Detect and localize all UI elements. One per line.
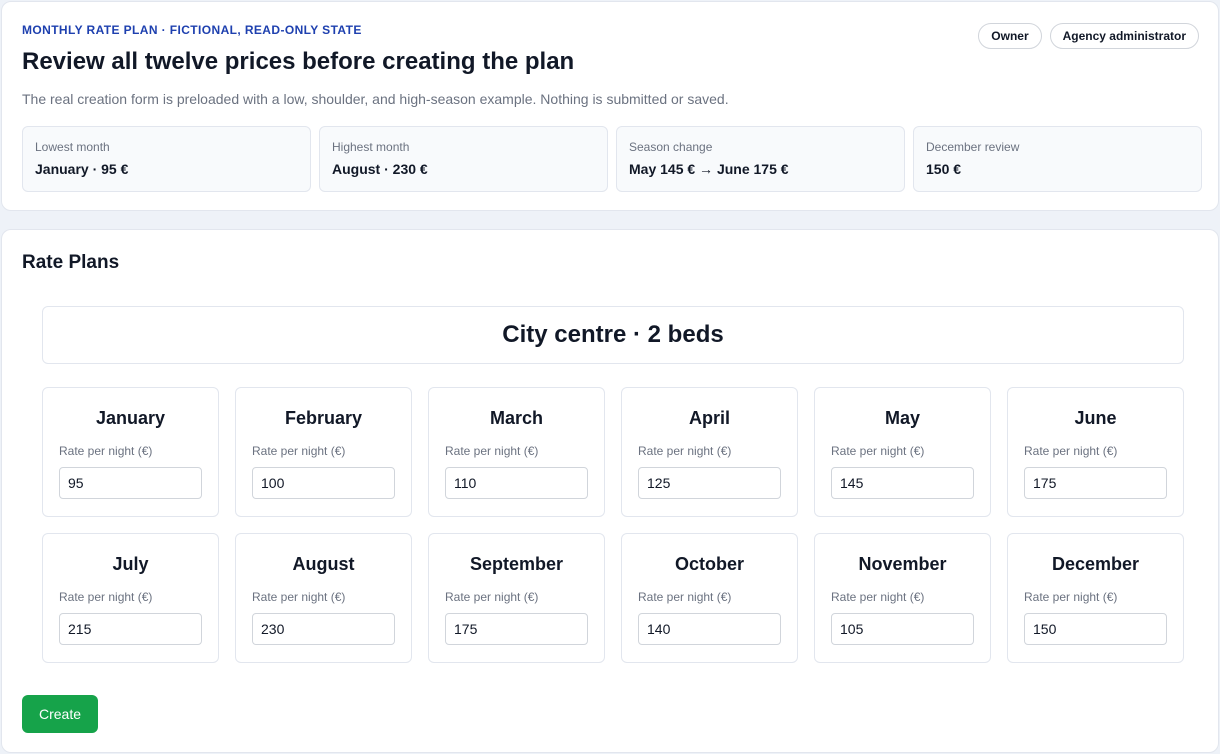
- rate-label: Rate per night (€): [1024, 444, 1118, 458]
- rate-input-october[interactable]: [638, 613, 781, 645]
- rate-input-march[interactable]: [445, 467, 588, 499]
- rate-input-july[interactable]: [59, 613, 202, 645]
- month-card-january: January Rate per night (€): [42, 387, 219, 517]
- role-switcher: Owner Agency administrator: [978, 23, 1199, 49]
- rate-label: Rate per night (€): [445, 444, 539, 458]
- rate-label: Rate per night (€): [831, 590, 925, 604]
- month-name: November: [858, 554, 947, 574]
- stat-label: Highest month: [332, 140, 410, 154]
- page-subtitle: The real creation form is preloaded with…: [22, 91, 729, 107]
- stat-season-change: Season change May 145 € → June 175 €: [616, 126, 905, 192]
- rate-input-august[interactable]: [252, 613, 395, 645]
- month-card-september: September Rate per night (€): [428, 533, 605, 663]
- rate-label: Rate per night (€): [59, 444, 153, 458]
- month-name: June: [1074, 408, 1117, 428]
- property-name: City centre · 2 beds: [502, 321, 724, 348]
- month-card-july: July Rate per night (€): [42, 533, 219, 663]
- month-card-october: October Rate per night (€): [621, 533, 798, 663]
- rate-label: Rate per night (€): [252, 444, 346, 458]
- stat-label: Season change: [629, 140, 713, 154]
- rate-input-january[interactable]: [59, 467, 202, 499]
- rate-label: Rate per night (€): [638, 444, 732, 458]
- month-name: August: [292, 554, 355, 574]
- section-title: Rate Plans: [22, 252, 120, 273]
- rate-label: Rate per night (€): [1024, 590, 1118, 604]
- month-name: September: [469, 554, 564, 574]
- eyebrow-label: MONTHLY RATE PLAN · FICTIONAL, READ-ONLY…: [22, 23, 362, 37]
- rate-label: Rate per night (€): [445, 590, 539, 604]
- month-name: October: [674, 554, 744, 574]
- stat-value: August · 230 €: [332, 161, 428, 177]
- property-header: City centre · 2 beds: [42, 306, 1184, 364]
- rate-label: Rate per night (€): [59, 590, 153, 604]
- month-name: December: [1051, 554, 1140, 574]
- rate-input-may[interactable]: [831, 467, 974, 499]
- rate-plans-card: Rate Plans City centre · 2 beds January …: [1, 229, 1219, 753]
- stat-highest-month: Highest month August · 230 €: [319, 126, 608, 192]
- rate-label: Rate per night (€): [252, 590, 346, 604]
- stat-value: May 145 € → June 175 €: [629, 161, 789, 177]
- month-card-november: November Rate per night (€): [814, 533, 991, 663]
- month-name: January: [95, 408, 166, 428]
- month-card-june: June Rate per night (€): [1007, 387, 1184, 517]
- role-pill-owner[interactable]: Owner: [978, 23, 1042, 49]
- month-name: March: [489, 408, 543, 428]
- create-button[interactable]: Create: [22, 695, 98, 733]
- month-name: July: [112, 554, 149, 574]
- month-name: February: [284, 408, 363, 428]
- rate-label: Rate per night (€): [638, 590, 732, 604]
- stat-december-review: December review 150 €: [913, 126, 1202, 192]
- month-card-august: August Rate per night (€): [235, 533, 412, 663]
- rate-input-september[interactable]: [445, 613, 588, 645]
- stat-label: Lowest month: [35, 140, 110, 154]
- stat-value: 150 €: [926, 161, 962, 177]
- rate-input-november[interactable]: [831, 613, 974, 645]
- rate-input-december[interactable]: [1024, 613, 1167, 645]
- month-name: April: [688, 408, 730, 428]
- stat-lowest-month: Lowest month January · 95 €: [22, 126, 311, 192]
- month-grid: January Rate per night (€) February Rate…: [42, 387, 1184, 663]
- month-card-february: February Rate per night (€): [235, 387, 412, 517]
- rate-input-february[interactable]: [252, 467, 395, 499]
- header-card: MONTHLY RATE PLAN · FICTIONAL, READ-ONLY…: [1, 1, 1219, 211]
- rate-label: Rate per night (€): [831, 444, 925, 458]
- stat-value: January · 95 €: [35, 161, 129, 177]
- month-card-may: May Rate per night (€): [814, 387, 991, 517]
- rate-input-june[interactable]: [1024, 467, 1167, 499]
- month-card-december: December Rate per night (€): [1007, 533, 1184, 663]
- month-card-april: April Rate per night (€): [621, 387, 798, 517]
- stat-label: December review: [926, 140, 1020, 154]
- month-name: May: [884, 408, 920, 428]
- role-pill-agency-administrator[interactable]: Agency administrator: [1049, 23, 1199, 49]
- rate-input-april[interactable]: [638, 467, 781, 499]
- summary-stats: Lowest month January · 95 € Highest mont…: [22, 126, 1202, 192]
- month-card-march: March Rate per night (€): [428, 387, 605, 517]
- page-title: Review all twelve prices before creating…: [22, 48, 575, 75]
